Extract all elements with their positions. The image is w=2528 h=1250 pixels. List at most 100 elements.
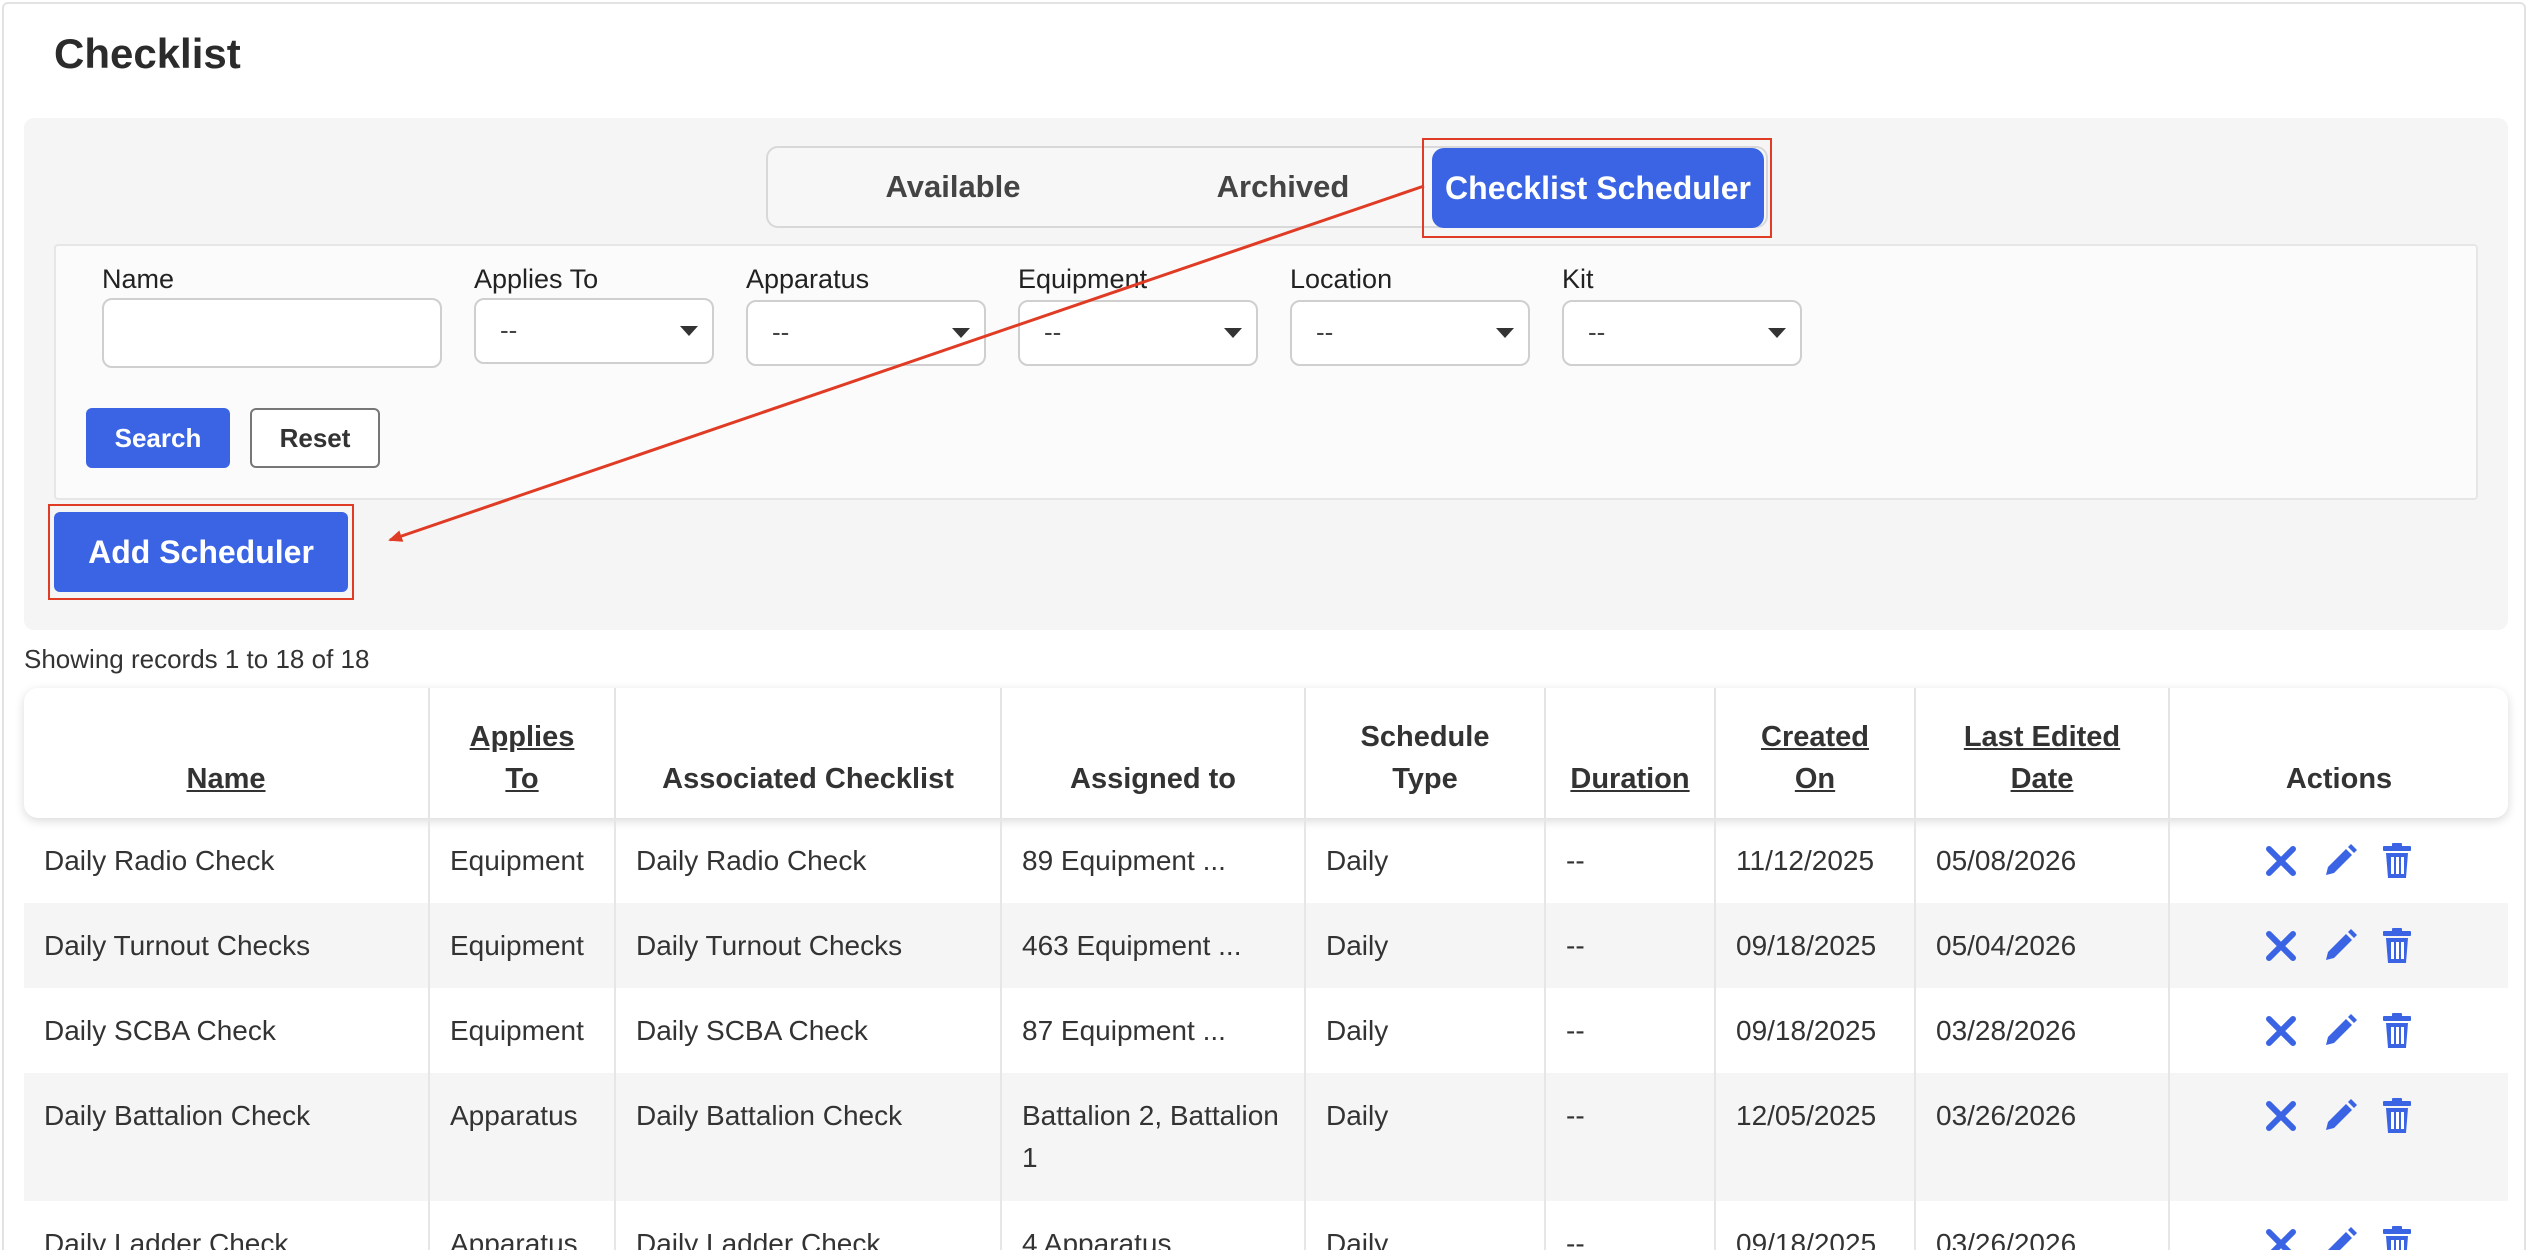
edit-button[interactable] [2321, 842, 2357, 881]
column-header-created-on[interactable]: Created On [1714, 688, 1914, 818]
page-title: Checklist [54, 30, 241, 77]
cell-last-edited: 05/08/2026 [1914, 818, 2168, 903]
table-row: Daily Turnout Checks Equipment Daily Turno… [24, 903, 2508, 988]
delete-button[interactable] [2379, 1097, 2415, 1179]
cell-assigned-to: 89 Equipment ... [1000, 818, 1304, 903]
delete-button[interactable] [2379, 1012, 2415, 1051]
edit-button[interactable] [2321, 1097, 2357, 1179]
edit-button[interactable] [2321, 1012, 2357, 1051]
table-header: Name Applies To Associated Checklist Ass… [24, 688, 2508, 818]
search-button[interactable]: Search [86, 408, 230, 468]
cell-created-on: 09/18/2025 [1714, 903, 1914, 988]
column-header-last-edited-date[interactable]: Last Edited Date [1914, 688, 2168, 818]
deactivate-button[interactable] [2263, 1012, 2299, 1051]
cell-created-on: 09/18/2025 [1714, 988, 1914, 1073]
cell-duration: -- [1544, 988, 1714, 1073]
chevron-down-icon [1224, 328, 1242, 338]
cell-assigned-to: 87 Equipment ... [1000, 988, 1304, 1073]
kit-select[interactable]: -- [1562, 300, 1802, 366]
cell-duration: -- [1544, 1201, 1714, 1250]
chevron-down-icon [952, 328, 970, 338]
filter-box [54, 244, 2478, 500]
pencil-icon [2326, 1099, 2357, 1130]
cell-actions [2168, 818, 2508, 903]
trash-icon [2383, 843, 2411, 878]
cell-last-edited: 03/26/2026 [1914, 1073, 2168, 1201]
cell-schedule-type: Daily [1304, 988, 1544, 1073]
cell-assigned-to: 4 Apparatus ... [1000, 1201, 1304, 1250]
table-row: Daily Radio Check Equipment Daily Radio Ch… [24, 818, 2508, 903]
cell-applies-to: Equipment [428, 818, 614, 903]
kit-label: Kit [1562, 264, 1594, 294]
edit-button[interactable] [2321, 927, 2357, 966]
edit-button[interactable] [2321, 1225, 2357, 1250]
apparatus-label: Apparatus [746, 264, 870, 294]
column-header-name[interactable]: Name [24, 688, 428, 818]
name-label: Name [102, 264, 175, 294]
x-icon [2266, 1101, 2296, 1131]
cell-checklist: Daily Battalion Check [614, 1073, 1000, 1201]
deactivate-button[interactable] [2263, 1225, 2299, 1250]
delete-button[interactable] [2379, 927, 2415, 966]
x-icon [2266, 931, 2296, 961]
chevron-down-icon [1496, 328, 1514, 338]
cell-name: Daily SCBA Check [44, 1015, 276, 1046]
table-row: Daily SCBA Check Equipment Daily SCBA Chec… [24, 988, 2508, 1073]
column-header-duration[interactable]: Duration [1544, 688, 1714, 818]
trash-icon [2383, 1098, 2411, 1133]
add-scheduler-button[interactable]: Add Scheduler [54, 512, 348, 592]
cell-schedule-type: Daily [1304, 1201, 1544, 1250]
trash-icon [2383, 1013, 2411, 1048]
cell-applies-to: Apparatus [428, 1201, 614, 1250]
applies-to-value: -- [500, 315, 518, 345]
table-row: Daily Battalion Check Apparatus Daily Batt… [24, 1073, 2508, 1201]
trash-icon [2383, 928, 2411, 963]
cell-checklist: Daily Turnout Checks [614, 903, 1000, 988]
equipment-label: Equipment [1018, 264, 1148, 294]
pencil-icon [2326, 929, 2357, 960]
cell-assigned-to: 463 Equipment ... [1000, 903, 1304, 988]
cell-assigned-to: Battalion 2, Battalion 1 [1000, 1073, 1304, 1201]
column-header-applies-to[interactable]: Applies To [428, 688, 614, 818]
deactivate-button[interactable] [2263, 842, 2299, 881]
cell-name: Daily Ladder Check [44, 1228, 289, 1250]
column-header-actions: Actions [2168, 688, 2508, 818]
cell-actions [2168, 988, 2508, 1073]
cell-name: Daily Turnout Checks [44, 930, 311, 961]
cell-duration: -- [1544, 1073, 1714, 1201]
chevron-down-icon [1768, 328, 1786, 338]
tab-available[interactable]: Available [828, 148, 1078, 226]
pencil-icon [2326, 844, 2357, 875]
name-input[interactable] [102, 298, 442, 368]
records-count: Showing records 1 to 18 of 18 [24, 644, 370, 674]
delete-button[interactable] [2379, 842, 2415, 881]
kit-value: -- [1588, 317, 1606, 347]
cell-schedule-type: Daily [1304, 818, 1544, 903]
cell-actions [2168, 1073, 2508, 1201]
deactivate-button[interactable] [2263, 927, 2299, 966]
location-label: Location [1290, 264, 1393, 294]
cell-name: Daily Radio Check [44, 845, 275, 876]
cell-applies-to: Equipment [428, 903, 614, 988]
tab-checklist-scheduler[interactable]: Checklist Scheduler [1432, 148, 1764, 228]
deactivate-button[interactable] [2263, 1097, 2299, 1179]
cell-created-on: 09/18/2025 [1714, 1201, 1914, 1250]
cell-schedule-type: Daily [1304, 1073, 1544, 1201]
cell-applies-to: Apparatus [428, 1073, 614, 1201]
apparatus-value: -- [772, 317, 790, 347]
equipment-select[interactable]: -- [1018, 300, 1258, 366]
delete-button[interactable] [2379, 1225, 2415, 1250]
cell-duration: -- [1544, 818, 1714, 903]
reset-button[interactable]: Reset [250, 408, 380, 468]
cell-created-on: 11/12/2025 [1714, 818, 1914, 903]
x-icon [2266, 1016, 2296, 1046]
applies-to-select[interactable]: -- [474, 298, 714, 364]
cell-checklist: Daily Radio Check [614, 818, 1000, 903]
chevron-down-icon [680, 326, 698, 336]
apparatus-select[interactable]: -- [746, 300, 986, 366]
tab-archived[interactable]: Archived [1158, 148, 1408, 226]
column-header-associated-checklist: Associated Checklist [614, 688, 1000, 818]
cell-last-edited: 05/04/2026 [1914, 903, 2168, 988]
location-select[interactable]: -- [1290, 300, 1530, 366]
table-row: Daily Ladder Check Apparatus Daily Ladder … [24, 1201, 2508, 1250]
